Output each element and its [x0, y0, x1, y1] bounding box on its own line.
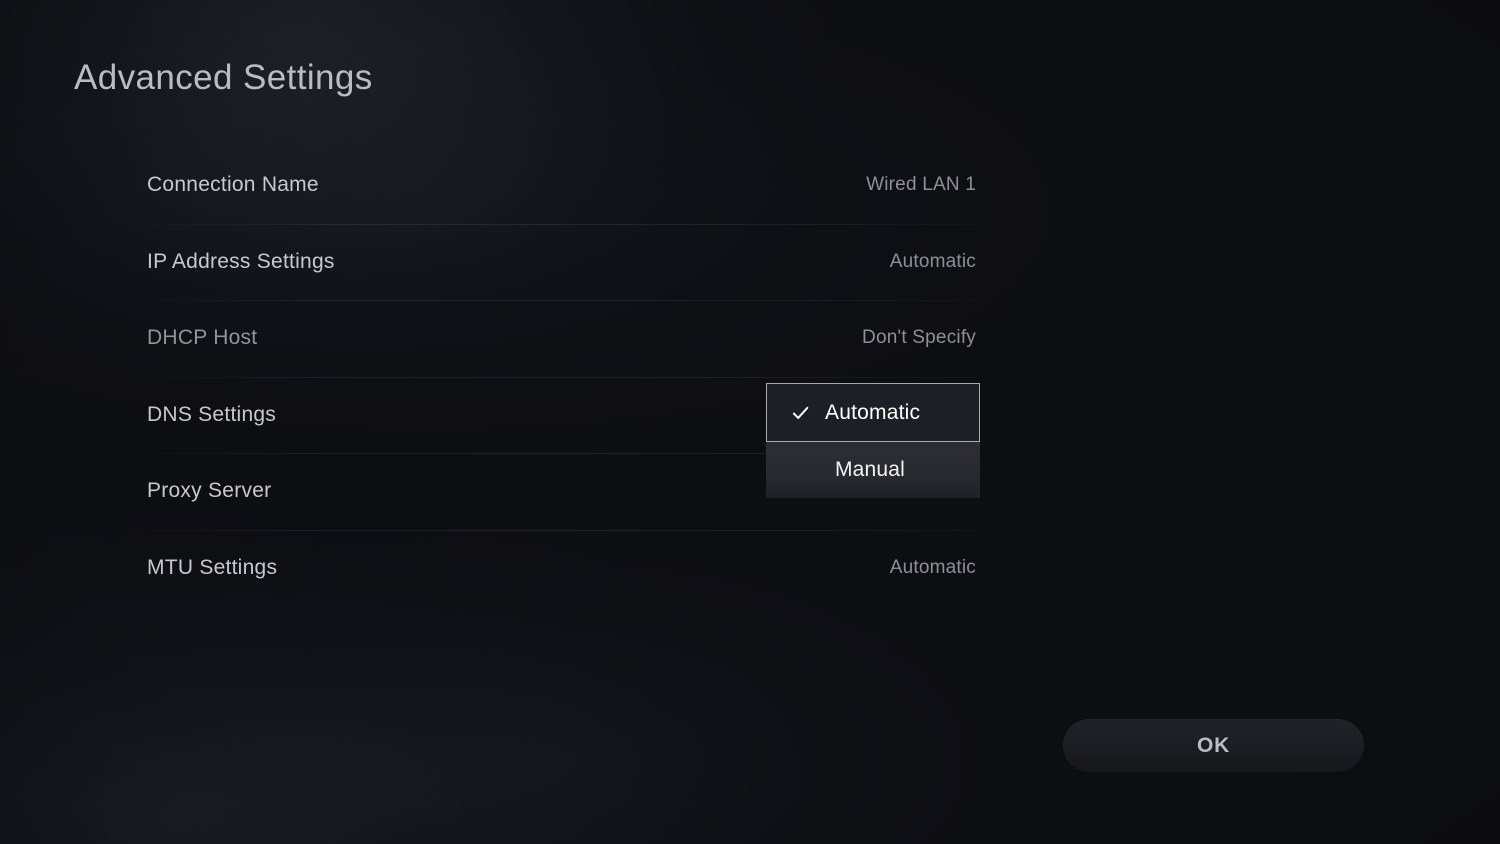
setting-value: Automatic [889, 556, 976, 578]
dns-settings-dropdown[interactable]: Automatic Manual [766, 383, 980, 498]
setting-label: IP Address Settings [147, 249, 335, 273]
setting-label: DNS Settings [147, 402, 277, 426]
dropdown-option-label: Automatic [825, 400, 921, 424]
check-icon [792, 406, 809, 419]
setting-label: MTU Settings [147, 555, 278, 579]
dropdown-option[interactable]: Automatic [766, 383, 980, 442]
setting-row[interactable]: MTU Settings Automatic [147, 529, 976, 607]
dropdown-option[interactable]: Manual [766, 442, 980, 498]
setting-label: Proxy Server [147, 479, 272, 503]
setting-row[interactable]: DHCP Host Don't Specify [147, 300, 976, 377]
settings-list: Connection Name Wired LAN 1 IP Address Set… [147, 147, 976, 606]
setting-row[interactable]: Connection Name Wired LAN 1 [147, 147, 976, 224]
setting-value: Automatic [889, 250, 976, 272]
ps5-advanced-settings-screen: Advanced Settings Connection Name Wired L… [0, 0, 1500, 844]
setting-row[interactable]: IP Address Settings Automatic [147, 223, 976, 301]
setting-value: Wired LAN 1 [866, 174, 976, 196]
setting-label: DHCP Host [147, 326, 258, 350]
dropdown-option-label: Manual [834, 458, 906, 481]
ok-button[interactable]: OK [1063, 719, 1364, 772]
page-title: Advanced Settings [74, 58, 373, 97]
setting-value: Don't Specify [862, 327, 976, 349]
setting-label: Connection Name [147, 173, 319, 197]
